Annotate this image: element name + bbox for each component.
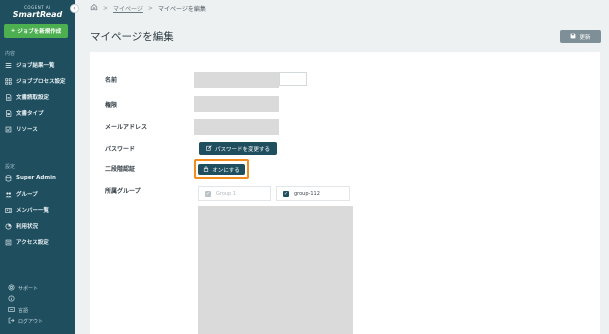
role-label: 権限: [105, 102, 118, 109]
lock-icon: [203, 165, 209, 174]
two-factor-label: 二段階認証: [105, 166, 136, 173]
profile-form-card: 名前 権限 メールアドレス パスワード パスワードを変更する 二段階認証 オンに…: [90, 52, 600, 334]
group-option-label: Group 1: [216, 190, 236, 197]
members-icon: [5, 207, 12, 214]
sidebar-collapse-button[interactable]: ‹: [70, 4, 79, 13]
sidebar-item-label: リソース: [16, 127, 38, 133]
update-button-label: 更新: [579, 34, 591, 41]
group-option-label: group-112: [294, 190, 320, 197]
sidebar-item-label: アクセス設定: [16, 240, 49, 246]
support-icon: [8, 284, 15, 293]
language-icon: [8, 306, 15, 315]
checkbox-checked-disabled: ✓: [205, 190, 211, 197]
sidebar-item-label: ログアウト: [18, 319, 44, 325]
group-list-placeholder: [198, 206, 353, 334]
sidebar-item-job-process[interactable]: ジョブプロセス設定: [5, 76, 66, 86]
breadcrumb-current: マイページを編集: [157, 5, 206, 13]
name-field-secondary[interactable]: [279, 72, 307, 86]
sidebar-item-label: ジョブ結果一覧: [16, 63, 55, 69]
sidebar-item-super-admin[interactable]: Super Admin: [5, 173, 56, 183]
breadcrumb-separator: >: [103, 4, 109, 12]
new-job-label: ジョブを新規作成: [17, 29, 62, 35]
breadcrumb-link-mypage[interactable]: マイページ: [113, 4, 143, 13]
sidebar-item-label: 言語: [18, 308, 29, 314]
enable-two-factor-label: オンにする: [212, 167, 240, 174]
sidebar: COGENT AI SmartRead + ジョブを新規作成 内容 ジョブ結果一…: [0, 0, 75, 334]
name-field[interactable]: [194, 72, 279, 88]
email-label: メールアドレス: [105, 124, 148, 131]
section-settings-label: 設定: [5, 164, 16, 170]
email-field: [194, 119, 279, 135]
usage-icon: [5, 222, 12, 230]
sidebar-item-label: ジョブプロセス設定: [16, 79, 66, 85]
sidebar-item-members[interactable]: メンバー一覧: [5, 205, 49, 215]
sidebar-item-support[interactable]: サポート: [8, 284, 38, 293]
sidebar-item-access-settings[interactable]: アクセス設定: [5, 237, 49, 247]
sidebar-item-info[interactable]: [8, 295, 15, 304]
sidebar-item-label: サポート: [18, 286, 39, 292]
group-option-group-112[interactable]: ✓ group-112: [276, 186, 350, 201]
sidebar-item-language[interactable]: 言語: [8, 306, 28, 315]
sidebar-item-document-reading[interactable]: 文書読取設定: [5, 92, 49, 102]
sidebar-item-label: 利用状況: [16, 224, 39, 230]
update-button[interactable]: 更新: [560, 30, 601, 43]
password-label: パスワード: [105, 146, 136, 153]
logout-icon: [8, 317, 15, 326]
checkbox-checked[interactable]: ✓: [283, 190, 289, 197]
app-logo: SmartRead: [12, 10, 63, 19]
list-icon: [5, 62, 12, 69]
breadcrumb: > マイページ > マイページを編集: [90, 3, 206, 13]
sidebar-item-resources[interactable]: リソース: [5, 124, 38, 134]
role-field: [194, 96, 279, 112]
sidebar-item-label: グループ: [16, 192, 38, 198]
sidebar-item-groups[interactable]: グループ: [5, 189, 38, 199]
home-icon[interactable]: [90, 3, 98, 13]
page-title: マイページを編集: [90, 31, 174, 43]
name-label: 名前: [105, 77, 118, 84]
database-icon: [5, 174, 12, 182]
document-icon: [5, 93, 12, 101]
process-icon: [5, 77, 12, 85]
section-content-label: 内容: [5, 51, 16, 57]
plus-icon: +: [10, 28, 16, 34]
resource-icon: [5, 126, 12, 133]
group-icon: [5, 191, 12, 198]
document-type-icon: [5, 109, 12, 117]
access-icon: [5, 239, 12, 246]
group-option-group-1: ✓ Group 1: [198, 186, 271, 201]
save-icon: [570, 33, 576, 41]
change-password-label: パスワードを変更する: [214, 146, 270, 153]
new-job-button[interactable]: + ジョブを新規作成: [4, 24, 68, 38]
sidebar-item-job-results[interactable]: ジョブ結果一覧: [5, 60, 55, 70]
sidebar-item-usage[interactable]: 利用状況: [5, 221, 38, 231]
change-password-button[interactable]: パスワードを変更する: [199, 142, 277, 155]
edit-icon: [206, 144, 212, 153]
sidebar-item-label: メンバー一覧: [16, 208, 50, 214]
info-icon: [8, 295, 15, 304]
sidebar-item-label: 文書読取設定: [16, 95, 50, 101]
sidebar-item-label: Super Admin: [16, 175, 56, 181]
groups-label: 所属グループ: [105, 188, 141, 195]
breadcrumb-separator: >: [147, 4, 153, 12]
enable-two-factor-button[interactable]: オンにする: [198, 164, 245, 175]
sidebar-item-logout[interactable]: ログアウト: [8, 317, 43, 326]
sidebar-item-label: 文書タイプ: [16, 111, 44, 117]
sidebar-item-document-type[interactable]: 文書タイプ: [5, 108, 44, 118]
